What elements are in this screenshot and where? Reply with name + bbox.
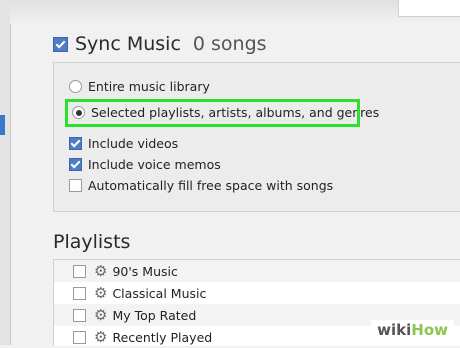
playlists-heading: Playlists bbox=[53, 231, 131, 253]
left-sidebar-strip bbox=[0, 0, 11, 345]
include-videos-label: Include videos bbox=[88, 136, 179, 151]
gear-icon: ⚙ bbox=[94, 261, 108, 280]
playlist-label: My Top Rated bbox=[112, 307, 197, 323]
option-entire-library[interactable]: Entire music library bbox=[69, 79, 210, 94]
sync-music-header: Sync Music 0 songs bbox=[53, 33, 267, 55]
include-voice-memos-checkbox[interactable] bbox=[69, 158, 82, 171]
watermark-wiki: wiki bbox=[377, 321, 412, 339]
top-right-control[interactable] bbox=[398, 0, 460, 17]
playlist-row[interactable]: ⚙ Classical Music bbox=[54, 282, 460, 304]
entire-library-radio[interactable] bbox=[69, 80, 82, 93]
playlist-label: Classical Music bbox=[112, 285, 207, 301]
wikihow-watermark: wikiHow bbox=[371, 320, 454, 341]
include-voice-memos-option[interactable]: Include voice memos bbox=[69, 157, 221, 172]
top-bar bbox=[10, 0, 460, 24]
playlist-label: 90's Music bbox=[112, 263, 178, 279]
sync-music-checkbox[interactable] bbox=[53, 36, 68, 52]
include-videos-checkbox[interactable] bbox=[69, 137, 82, 150]
sidebar-selection-indicator bbox=[0, 115, 5, 135]
song-count: 0 songs bbox=[192, 33, 267, 55]
autofill-checkbox[interactable] bbox=[69, 179, 82, 192]
playlist-checkbox[interactable] bbox=[73, 308, 86, 322]
gear-icon: ⚙ bbox=[94, 327, 108, 346]
autofill-label: Automatically fill free space with songs bbox=[88, 178, 334, 193]
highlight-box bbox=[65, 99, 360, 127]
gear-icon: ⚙ bbox=[94, 305, 108, 324]
playlist-row[interactable]: ⚙ 90's Music bbox=[54, 260, 460, 282]
playlist-checkbox[interactable] bbox=[73, 264, 86, 278]
playlist-checkbox[interactable] bbox=[73, 330, 86, 344]
include-voice-memos-label: Include voice memos bbox=[88, 157, 221, 172]
sync-music-title: Sync Music bbox=[75, 33, 181, 55]
watermark-how: How bbox=[411, 321, 448, 339]
gear-icon: ⚙ bbox=[94, 283, 108, 302]
entire-library-label: Entire music library bbox=[88, 79, 210, 94]
include-videos-option[interactable]: Include videos bbox=[69, 136, 178, 151]
autofill-option[interactable]: Automatically fill free space with songs bbox=[69, 178, 333, 193]
playlist-label: Recently Played bbox=[112, 329, 213, 345]
playlist-checkbox[interactable] bbox=[73, 286, 86, 300]
